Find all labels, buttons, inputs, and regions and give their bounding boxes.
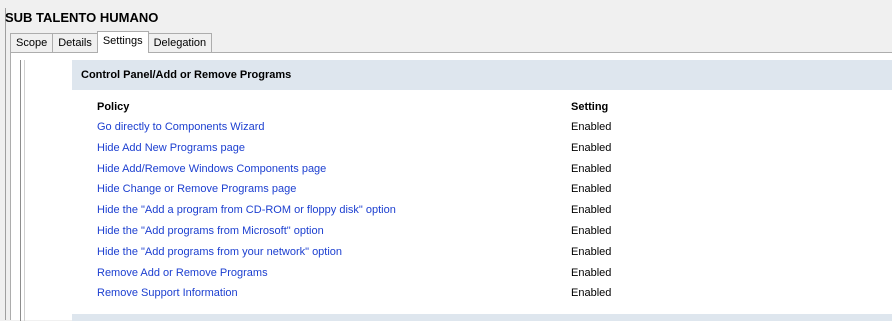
table-row: Remove Add or Remove Programs Enabled: [97, 264, 892, 285]
gpo-report-window: SUB TALENTO HUMANO Scope Details Setting…: [0, 0, 892, 321]
policy-table: Policy Setting Go directly to Components…: [97, 98, 892, 305]
table-row: Hide the "Add programs from your network…: [97, 243, 892, 264]
policy-link[interactable]: Hide the "Add programs from your network…: [97, 246, 342, 258]
setting-value: Enabled: [571, 141, 612, 154]
column-header-setting: Setting: [571, 101, 609, 113]
window-left-border: [5, 8, 6, 320]
tab-strip: Scope Details Settings Delegation: [10, 31, 213, 53]
setting-value: Enabled: [571, 204, 612, 217]
gpo-title: SUB TALENTO HUMANO: [5, 10, 159, 25]
tab-details[interactable]: Details: [52, 33, 98, 52]
setting-value: Enabled: [571, 224, 612, 237]
table-row: Hide Change or Remove Programs page Enabl…: [97, 180, 892, 201]
tab-settings[interactable]: Settings: [96, 31, 149, 53]
policy-link[interactable]: Hide Change or Remove Programs page: [97, 183, 296, 195]
table-row: Hide the "Add programs from Microsoft" o…: [97, 222, 892, 243]
policy-link[interactable]: Remove Add or Remove Programs: [97, 267, 268, 279]
settings-pane: Control Panel/Add or Remove Programs Pol…: [10, 52, 892, 321]
policy-link[interactable]: Remove Support Information: [97, 287, 238, 299]
setting-value: Enabled: [571, 121, 612, 133]
table-row: Hide Add New Programs page Enabled: [97, 139, 892, 160]
policy-link[interactable]: Hide Add/Remove Windows Components page: [97, 163, 326, 175]
setting-value: Enabled: [571, 266, 612, 279]
table-row: Hide Add/Remove Windows Components page E…: [97, 160, 892, 181]
setting-value: Enabled: [571, 183, 612, 196]
setting-value: Enabled: [571, 245, 612, 258]
table-row: Remove Support Information Enabled: [97, 284, 892, 305]
policy-link[interactable]: Hide the "Add programs from Microsoft" o…: [97, 225, 324, 237]
setting-value: Enabled: [571, 162, 612, 175]
column-header-policy: Policy: [97, 101, 130, 113]
report-frame-inner-line: [24, 60, 25, 321]
policy-link[interactable]: Go directly to Components Wizard: [97, 121, 265, 133]
setting-value: Enabled: [571, 287, 612, 300]
table-row: Go directly to Components Wizard Enabled: [97, 118, 892, 139]
tab-scope[interactable]: Scope: [10, 33, 54, 52]
tab-delegation[interactable]: Delegation: [147, 33, 213, 52]
policy-link[interactable]: Hide the "Add a program from CD-ROM or f…: [97, 204, 396, 216]
policy-link[interactable]: Hide Add New Programs page: [97, 142, 245, 154]
policy-table-header: Policy Setting: [97, 98, 892, 118]
table-row: Hide the "Add a program from CD-ROM or f…: [97, 201, 892, 222]
section-header[interactable]: Control Panel/Add or Remove Programs: [72, 60, 892, 90]
